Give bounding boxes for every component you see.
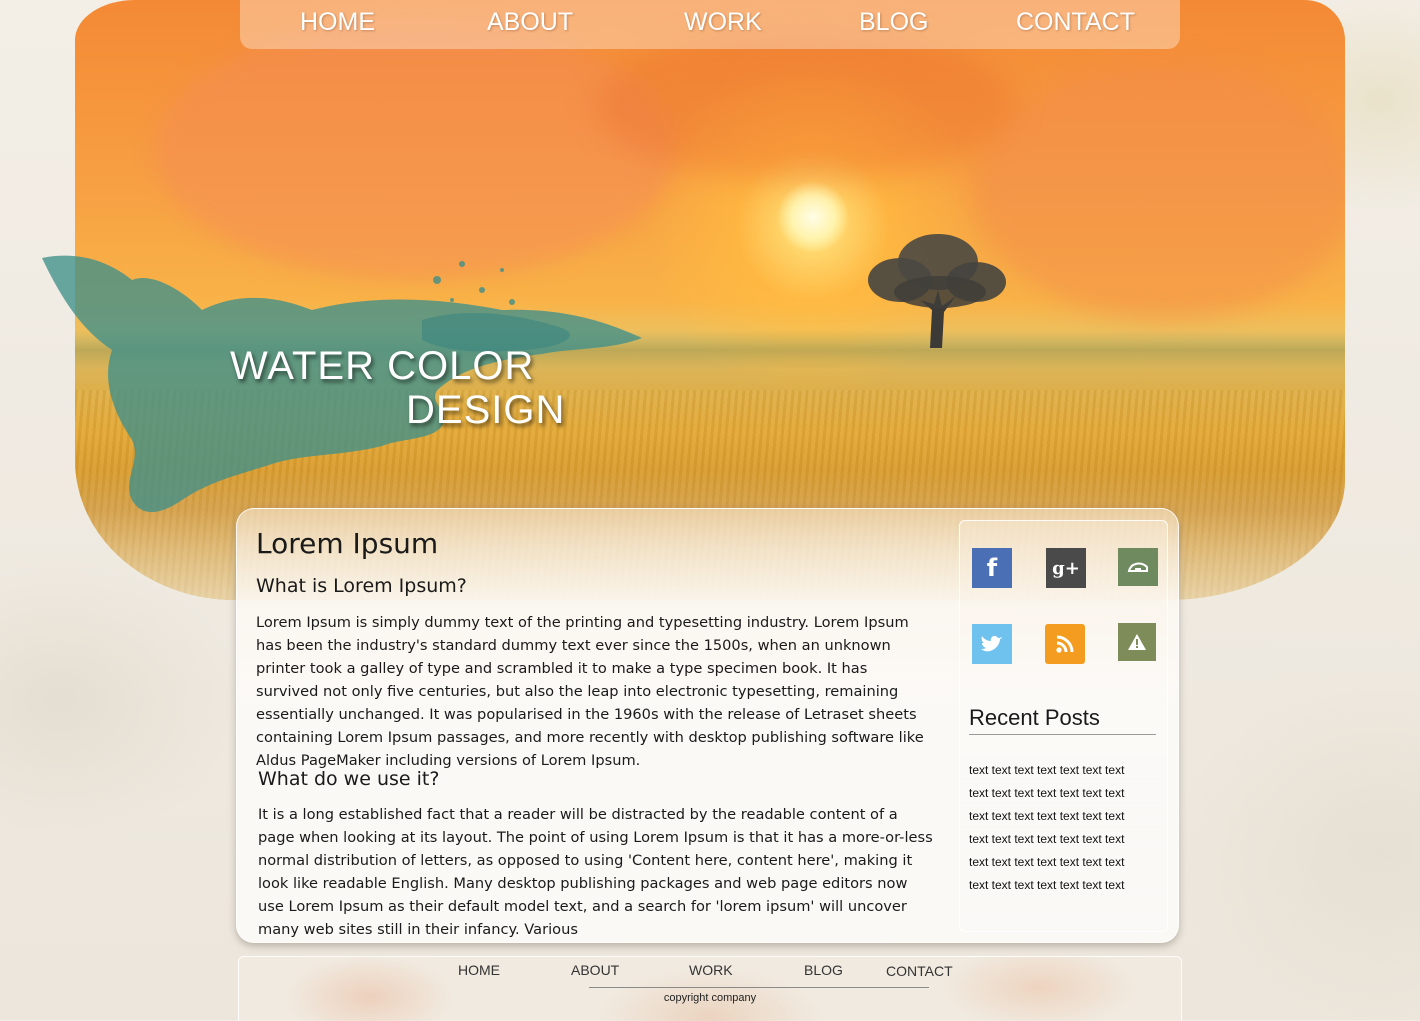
facebook-icon[interactable]: f: [972, 548, 1012, 588]
twitter-icon[interactable]: [972, 624, 1012, 664]
section-heading: What is Lorem Ipsum?: [256, 575, 467, 597]
footer-nav-about[interactable]: ABOUT: [571, 962, 619, 978]
hero-title-line2: DESIGN: [406, 388, 566, 432]
nav-contact[interactable]: CONTACT: [1016, 8, 1135, 37]
divider: [969, 734, 1156, 735]
sky-wash: [975, 60, 1345, 320]
warning-icon[interactable]: [1118, 623, 1156, 661]
recent-posts-list: text text text text text text text text …: [969, 759, 1124, 897]
divider: [589, 987, 929, 988]
footer: HOME ABOUT WORK BLOG CONTACT copyright c…: [238, 956, 1182, 1021]
nav-work[interactable]: WORK: [684, 8, 762, 37]
recent-posts-title: Recent Posts: [969, 705, 1100, 730]
section-heading: What do we use it?: [258, 768, 440, 790]
footer-nav-home[interactable]: HOME: [458, 962, 500, 978]
delicious-icon[interactable]: [1118, 548, 1158, 586]
sky-wash: [595, 30, 1015, 180]
rss-icon[interactable]: [1045, 624, 1085, 664]
recent-post-link[interactable]: text text text text text text text: [969, 759, 1124, 782]
google-plus-icon[interactable]: g+: [1046, 548, 1086, 588]
recent-post-link[interactable]: text text text text text text text: [969, 828, 1124, 851]
copyright-text: copyright company: [663, 992, 757, 1004]
tree-icon: [868, 234, 1006, 348]
hero-title-line1: WATER COLOR: [230, 344, 535, 388]
footer-nav-blog[interactable]: BLOG: [804, 962, 843, 978]
footer-nav-work[interactable]: WORK: [689, 962, 733, 978]
nav-home[interactable]: HOME: [300, 8, 375, 37]
footer-nav-contact[interactable]: CONTACT: [886, 963, 953, 979]
sky-wash: [155, 20, 675, 280]
content-panel: Lorem Ipsum What is Lorem Ipsum? Lorem I…: [236, 508, 1179, 943]
section-text: Lorem Ipsum is simply dummy text of the …: [256, 614, 924, 769]
nav-about[interactable]: ABOUT: [487, 8, 573, 37]
page-title: Lorem Ipsum: [256, 527, 439, 560]
recent-post-link[interactable]: text text text text text text text: [969, 805, 1124, 828]
recent-post-link[interactable]: text text text text text text text: [969, 874, 1124, 897]
sidebar: f g+ Recent Posts text text text text te…: [959, 520, 1168, 932]
recent-post-link[interactable]: text text text text text text text: [969, 782, 1124, 805]
section-text: It is a long established fact that a rea…: [258, 806, 933, 938]
top-navigation: HOME ABOUT WORK BLOG CONTACT: [240, 0, 1180, 49]
nav-blog[interactable]: BLOG: [859, 8, 928, 37]
recent-post-link[interactable]: text text text text text text text: [969, 851, 1124, 874]
